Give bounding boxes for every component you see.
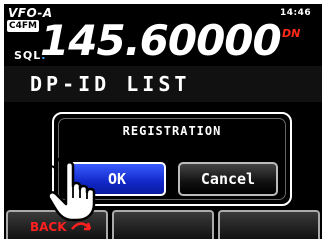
dialog-title: REGISTRATION (122, 124, 222, 138)
title-bar: DP-ID LIST (4, 66, 322, 102)
mode-badge: C4FM (7, 20, 39, 32)
frequency-sub: 00 (224, 16, 281, 65)
back-label: BACK (30, 220, 67, 234)
cancel-button[interactable]: Cancel (178, 162, 278, 196)
softkey-2[interactable] (112, 210, 214, 239)
back-arrow-icon (71, 222, 92, 231)
page-title: DP-ID LIST (30, 72, 191, 96)
frequency-display: 145.60000 (40, 16, 282, 65)
status-bar: VFO-A C4FM 14:46 SQL 145.60000 DN (4, 4, 322, 65)
dn-indicator: DN (282, 27, 301, 40)
softkey-3[interactable] (218, 210, 320, 239)
clock: 14:46 (280, 8, 312, 18)
frequency-main: 145.600 (40, 16, 225, 65)
hand-pointer-icon (47, 158, 96, 222)
